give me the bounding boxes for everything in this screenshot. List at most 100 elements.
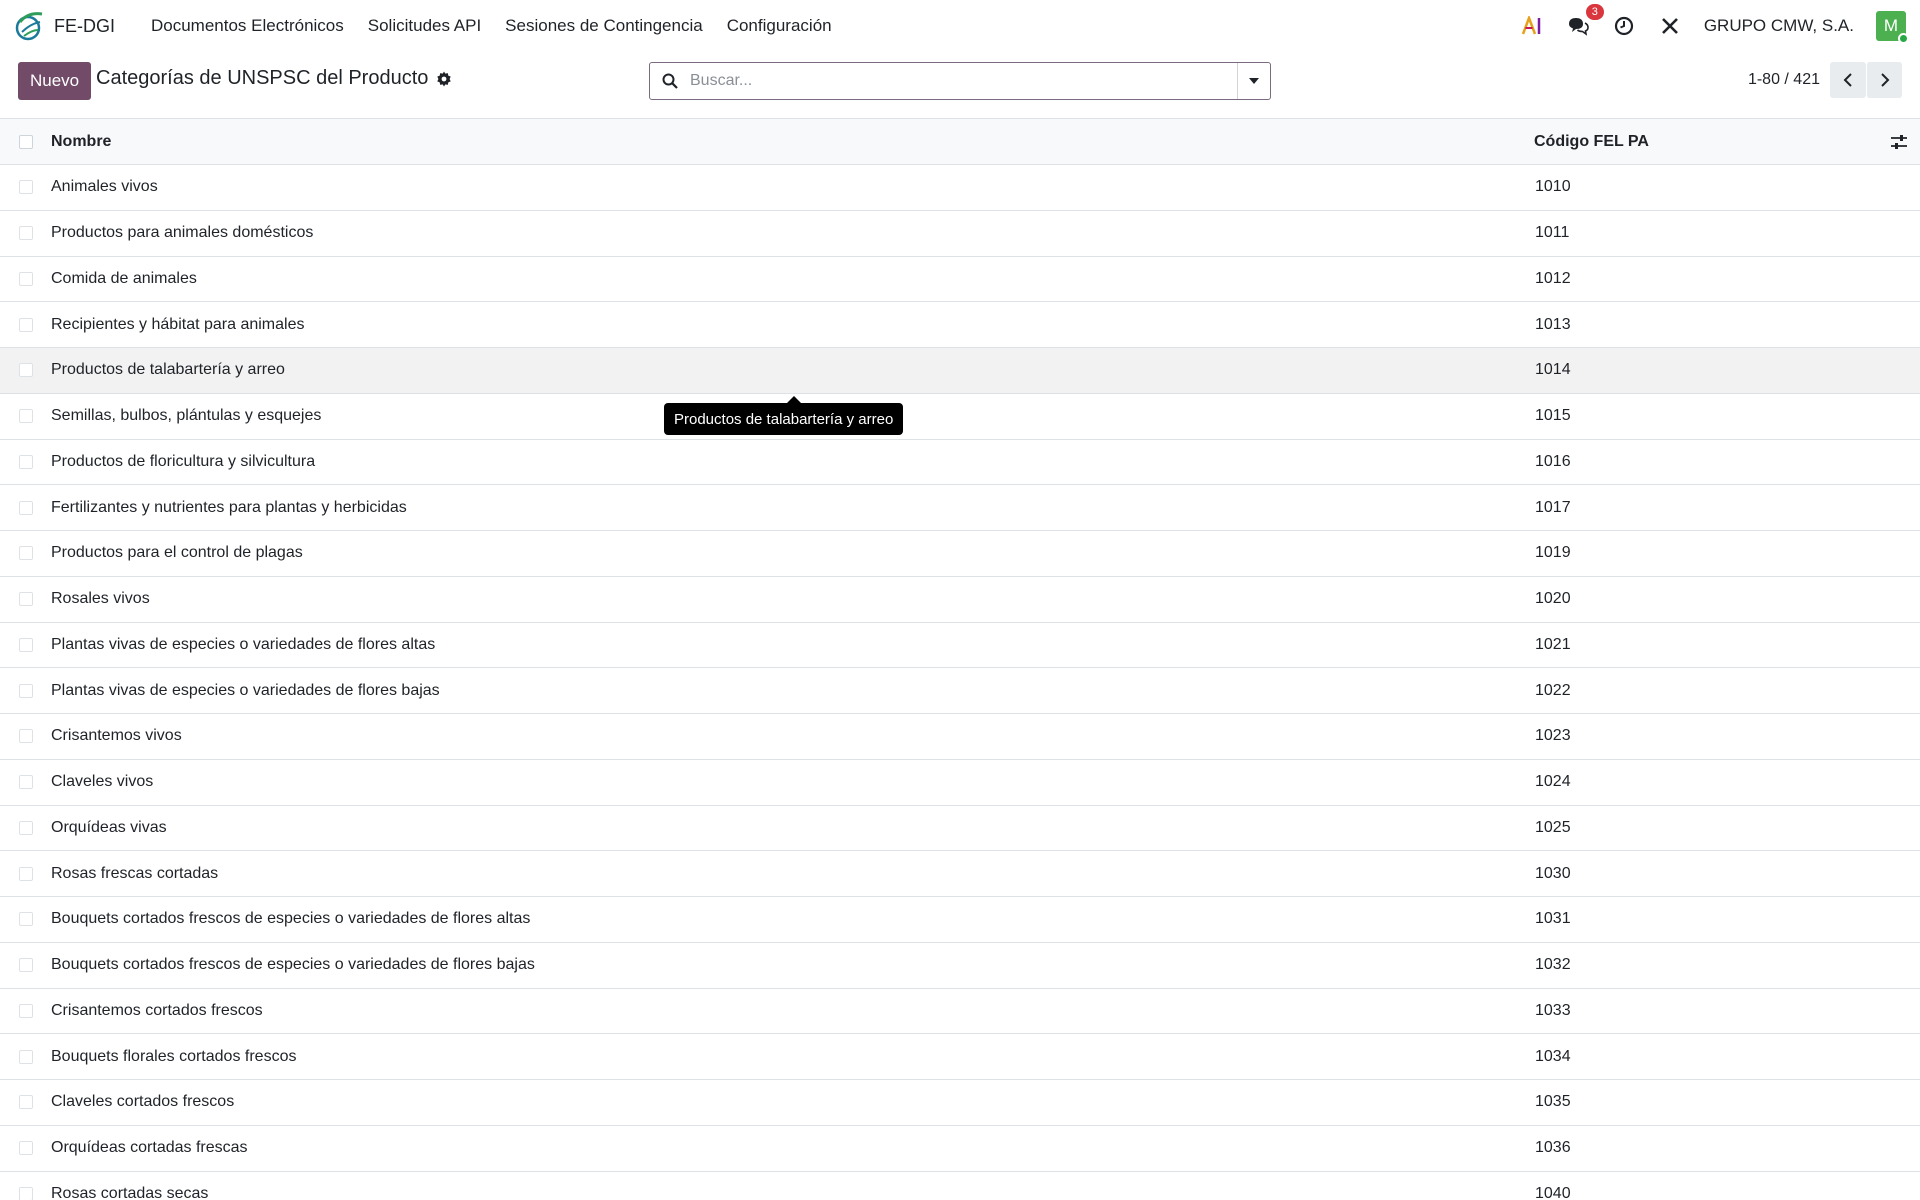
search-input[interactable] <box>690 63 1237 99</box>
row-checkbox[interactable] <box>19 1141 33 1156</box>
table-row[interactable]: Recipientes y hábitat para animales 1013 <box>0 302 1920 348</box>
app-name: FE-DGI <box>54 15 115 36</box>
cell-codigo: 1019 <box>1535 544 1571 562</box>
row-checkbox[interactable] <box>19 1049 33 1064</box>
table-row[interactable]: Rosales vivos 1020 <box>0 577 1920 623</box>
chevron-right-icon <box>1880 73 1889 87</box>
company-switcher[interactable]: GRUPO CMW, S.A. <box>1704 16 1854 36</box>
clock-icon[interactable] <box>1612 14 1636 38</box>
pager-previous-button[interactable] <box>1830 62 1866 98</box>
row-checkbox[interactable] <box>19 912 33 927</box>
cell-nombre: Productos de floricultura y silvicultura <box>51 452 316 470</box>
messages-badge: 3 <box>1585 4 1604 20</box>
cell-codigo: 1016 <box>1535 452 1571 470</box>
table-row[interactable]: Bouquets florales cortados frescos 1034 <box>0 1034 1920 1080</box>
table-row[interactable]: Productos para animales domésticos 1011 <box>0 211 1920 257</box>
caret-down-icon <box>1249 78 1259 84</box>
cell-nombre: Semillas, bulbos, plántulas y esquejes <box>51 407 322 425</box>
search-icon <box>650 73 690 89</box>
row-checkbox[interactable] <box>19 592 33 607</box>
cell-codigo: 1032 <box>1535 956 1571 974</box>
table-row[interactable]: Plantas vivas de especies o variedades d… <box>0 668 1920 714</box>
table-row[interactable]: Productos de floricultura y silvicultura… <box>0 440 1920 486</box>
row-checkbox[interactable] <box>19 729 33 744</box>
cell-nombre: Plantas vivas de especies o variedades d… <box>51 681 440 699</box>
column-header-codigo[interactable]: Código FEL PA <box>1534 133 1649 151</box>
row-checkbox[interactable] <box>19 683 33 698</box>
tools-icon[interactable] <box>1658 14 1682 38</box>
row-checkbox[interactable] <box>19 454 33 469</box>
table-row[interactable]: Plantas vivas de especies o variedades d… <box>0 623 1920 669</box>
row-checkbox[interactable] <box>19 1003 33 1018</box>
row-checkbox[interactable] <box>19 409 33 424</box>
breadcrumb-title: Categorías de UNSPSC del Producto <box>96 67 429 89</box>
table-row[interactable]: Animales vivos 1010 <box>0 165 1920 211</box>
table-row[interactable]: Orquídeas vivas 1025 <box>0 806 1920 852</box>
table-row[interactable]: Fertilizantes y nutrientes para plantas … <box>0 485 1920 531</box>
cell-codigo: 1040 <box>1535 1184 1571 1200</box>
table-row[interactable]: Comida de animales 1012 <box>0 257 1920 303</box>
table-row[interactable]: Productos de talabartería y arreo 1014 <box>0 348 1920 394</box>
pager-value[interactable]: 1-80 / 421 <box>1748 71 1820 89</box>
cell-codigo: 1022 <box>1535 681 1571 699</box>
cell-codigo: 1033 <box>1535 1001 1571 1019</box>
cell-nombre: Claveles vivos <box>51 773 154 791</box>
table-row[interactable]: Rosas cortadas secas 1040 <box>0 1172 1920 1200</box>
cell-codigo: 1021 <box>1535 635 1571 653</box>
optional-columns-icon[interactable] <box>1890 133 1908 151</box>
column-header-nombre[interactable]: Nombre <box>51 133 111 151</box>
gear-icon[interactable] <box>436 71 452 87</box>
brand[interactable]: FE-DGI <box>14 10 139 42</box>
cell-nombre: Claveles cortados frescos <box>51 1093 235 1111</box>
row-checkbox[interactable] <box>19 363 33 378</box>
menu-solicitudes-api[interactable]: Solicitudes API <box>356 16 493 36</box>
row-checkbox[interactable] <box>19 820 33 835</box>
row-checkbox[interactable] <box>19 180 33 195</box>
top-navbar: FE-DGI Documentos Electrónicos Solicitud… <box>0 0 1920 52</box>
row-checkbox[interactable] <box>19 1095 33 1110</box>
table-row[interactable]: Crisantemos cortados frescos 1033 <box>0 989 1920 1035</box>
chat-icon[interactable]: 3 <box>1566 4 1604 38</box>
select-all-checkbox[interactable] <box>19 134 33 149</box>
cell-nombre: Rosales vivos <box>51 590 150 608</box>
row-checkbox[interactable] <box>19 500 33 515</box>
row-checkbox[interactable] <box>19 866 33 881</box>
row-checkbox[interactable] <box>19 775 33 790</box>
row-checkbox[interactable] <box>19 317 33 332</box>
cell-codigo: 1017 <box>1535 498 1571 516</box>
search-options-toggle[interactable] <box>1237 63 1270 99</box>
table-row[interactable]: Claveles vivos 1024 <box>0 760 1920 806</box>
cell-codigo: 1012 <box>1535 269 1571 287</box>
table-row[interactable]: Productos para el control de plagas 1019 <box>0 531 1920 577</box>
menu-sesiones-contingencia[interactable]: Sesiones de Contingencia <box>493 16 715 36</box>
table-row[interactable]: Claveles cortados frescos 1035 <box>0 1080 1920 1126</box>
app-logo-icon <box>15 12 43 41</box>
cell-codigo: 1013 <box>1535 315 1571 333</box>
ai-icon[interactable] <box>1520 14 1544 38</box>
cell-nombre: Bouquets cortados frescos de especies o … <box>51 956 535 974</box>
chevron-left-icon <box>1843 73 1852 87</box>
table-row[interactable]: Semillas, bulbos, plántulas y esquejes 10… <box>0 394 1920 440</box>
cell-nombre: Productos para el control de plagas <box>51 544 303 562</box>
row-checkbox[interactable] <box>19 546 33 561</box>
row-checkbox[interactable] <box>19 1186 33 1200</box>
row-checkbox[interactable] <box>19 958 33 973</box>
cell-nombre: Rosas cortadas secas <box>51 1184 209 1200</box>
menu-configuracion[interactable]: Configuración <box>715 16 844 36</box>
row-checkbox[interactable] <box>19 226 33 241</box>
user-avatar[interactable]: M <box>1876 11 1909 44</box>
row-checkbox[interactable] <box>19 271 33 286</box>
table-row[interactable]: Orquídeas cortadas frescas 1036 <box>0 1126 1920 1172</box>
cell-nombre: Productos de talabartería y arreo <box>51 361 285 379</box>
table-row[interactable]: Bouquets cortados frescos de especies o … <box>0 897 1920 943</box>
row-checkbox[interactable] <box>19 637 33 652</box>
table-row[interactable]: Crisantemos vivos 1023 <box>0 714 1920 760</box>
table-row[interactable]: Rosas frescas cortadas 1030 <box>0 851 1920 897</box>
table-row[interactable]: Bouquets cortados frescos de especies o … <box>0 943 1920 989</box>
cell-codigo: 1014 <box>1535 361 1571 379</box>
cell-codigo: 1010 <box>1535 178 1571 196</box>
cell-codigo: 1015 <box>1535 407 1571 425</box>
new-button[interactable]: Nuevo <box>18 62 92 100</box>
menu-documentos[interactable]: Documentos Electrónicos <box>139 16 356 36</box>
pager-next-button[interactable] <box>1866 62 1902 98</box>
